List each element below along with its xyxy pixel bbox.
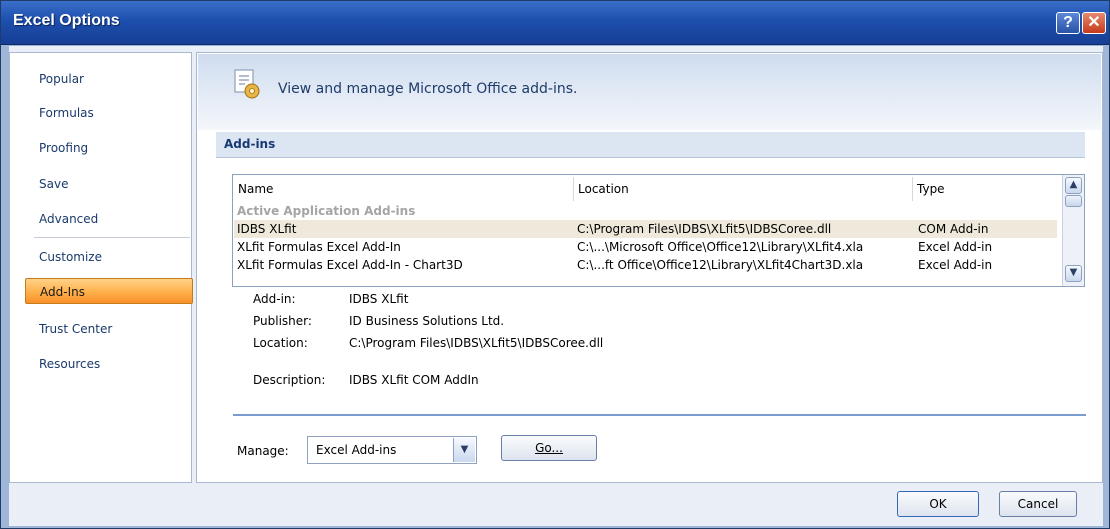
section-title: Add-ins [224, 137, 276, 151]
help-button[interactable]: ? [1056, 12, 1080, 34]
scroll-thumb[interactable] [1065, 195, 1082, 207]
table-row[interactable]: XLfit Formulas Excel Add-In - Chart3D C:… [234, 256, 1057, 274]
sidebar-item-popular[interactable]: Popular [25, 66, 185, 92]
add-ins-list[interactable]: Name Location Type Active Application Ad… [232, 174, 1085, 287]
sidebar-separator [34, 237, 190, 238]
list-scrollbar[interactable]: ▲ ▼ [1062, 175, 1084, 286]
scroll-down-button[interactable]: ▼ [1065, 265, 1082, 282]
close-button[interactable]: ✕ [1082, 12, 1106, 34]
add-ins-icon [234, 69, 260, 99]
row-type: COM Add-in [918, 222, 989, 236]
row-name: XLfit Formulas Excel Add-In [237, 240, 401, 254]
content-panel: View and manage Microsoft Office add-ins… [196, 52, 1103, 483]
row-location: C:\Program Files\IDBS\XLfit5\IDBSCoree.d… [577, 222, 832, 236]
dropdown-arrow[interactable]: ▼ [453, 438, 475, 462]
ok-button[interactable]: OK [897, 491, 979, 517]
sidebar-item-resources[interactable]: Resources [25, 351, 185, 377]
location-value: C:\Program Files\IDBS\XLfit5\IDBSCoree.d… [349, 336, 604, 350]
addin-label: Add-in: [253, 292, 296, 306]
column-header-type[interactable]: Type [913, 177, 1058, 201]
table-row[interactable]: XLfit Formulas Excel Add-In C:\...\Micro… [234, 238, 1057, 256]
go-button[interactable]: Go... [501, 435, 597, 461]
publisher-label: Publisher: [253, 314, 312, 328]
scroll-up-button[interactable]: ▲ [1065, 177, 1082, 194]
sidebar-item-add-ins[interactable]: Add-Ins [25, 278, 193, 304]
row-location: C:\...ft Office\Office12\Library\XLfit4C… [577, 258, 864, 272]
help-icon: ? [1063, 14, 1073, 31]
location-label: Location: [253, 336, 308, 350]
column-header-name[interactable]: Name [234, 177, 574, 201]
manage-dropdown[interactable]: Excel Add-ins ▼ [307, 436, 477, 464]
sidebar-item-customize[interactable]: Customize [25, 244, 185, 270]
table-row[interactable]: IDBS XLfit C:\Program Files\IDBS\XLfit5\… [234, 220, 1057, 238]
row-name: IDBS XLfit [237, 222, 297, 236]
cancel-button[interactable]: Cancel [999, 491, 1077, 517]
row-location: C:\...\Microsoft Office\Office12\Library… [577, 240, 864, 254]
sidebar-item-trust-center[interactable]: Trust Center [25, 316, 185, 342]
excel-options-dialog: Excel Options ? ✕ Popular Formulas Proof… [0, 0, 1110, 529]
go-button-label: Go... [535, 441, 563, 455]
addin-value: IDBS XLfit [349, 292, 409, 306]
description-label: Description: [253, 373, 326, 387]
column-header-location[interactable]: Location [574, 177, 913, 201]
window-title: Excel Options [13, 12, 120, 29]
group-label: Active Application Add-ins [237, 204, 416, 218]
chevron-down-icon: ▼ [1069, 267, 1078, 278]
title-bar[interactable]: Excel Options ? ✕ [1, 1, 1109, 45]
list-group-header: Active Application Add-ins [234, 202, 1057, 220]
row-name: XLfit Formulas Excel Add-In - Chart3D [237, 258, 463, 272]
sidebar-item-formulas[interactable]: Formulas [25, 100, 185, 126]
chevron-down-icon: ▼ [460, 444, 469, 455]
header-band: View and manage Microsoft Office add-ins… [198, 54, 1101, 130]
close-icon: ✕ [1087, 14, 1101, 31]
row-type: Excel Add-in [918, 258, 993, 272]
publisher-value: ID Business Solutions Ltd. [349, 314, 505, 328]
add-ins-section-header: Add-ins [216, 132, 1085, 158]
description-value: IDBS XLfit COM AddIn [349, 373, 479, 387]
sidebar-item-save[interactable]: Save [25, 171, 185, 197]
chevron-up-icon: ▲ [1069, 179, 1078, 190]
header-text: View and manage Microsoft Office add-ins… [278, 81, 578, 97]
row-type: Excel Add-in [918, 240, 993, 254]
sidebar-item-advanced[interactable]: Advanced [25, 206, 185, 232]
manage-selected-value: Excel Add-ins [316, 443, 397, 457]
sidebar: Popular Formulas Proofing Save Advanced … [9, 52, 193, 483]
sidebar-item-proofing[interactable]: Proofing [25, 135, 185, 161]
manage-label: Manage: [237, 444, 289, 458]
section-divider [233, 414, 1086, 416]
